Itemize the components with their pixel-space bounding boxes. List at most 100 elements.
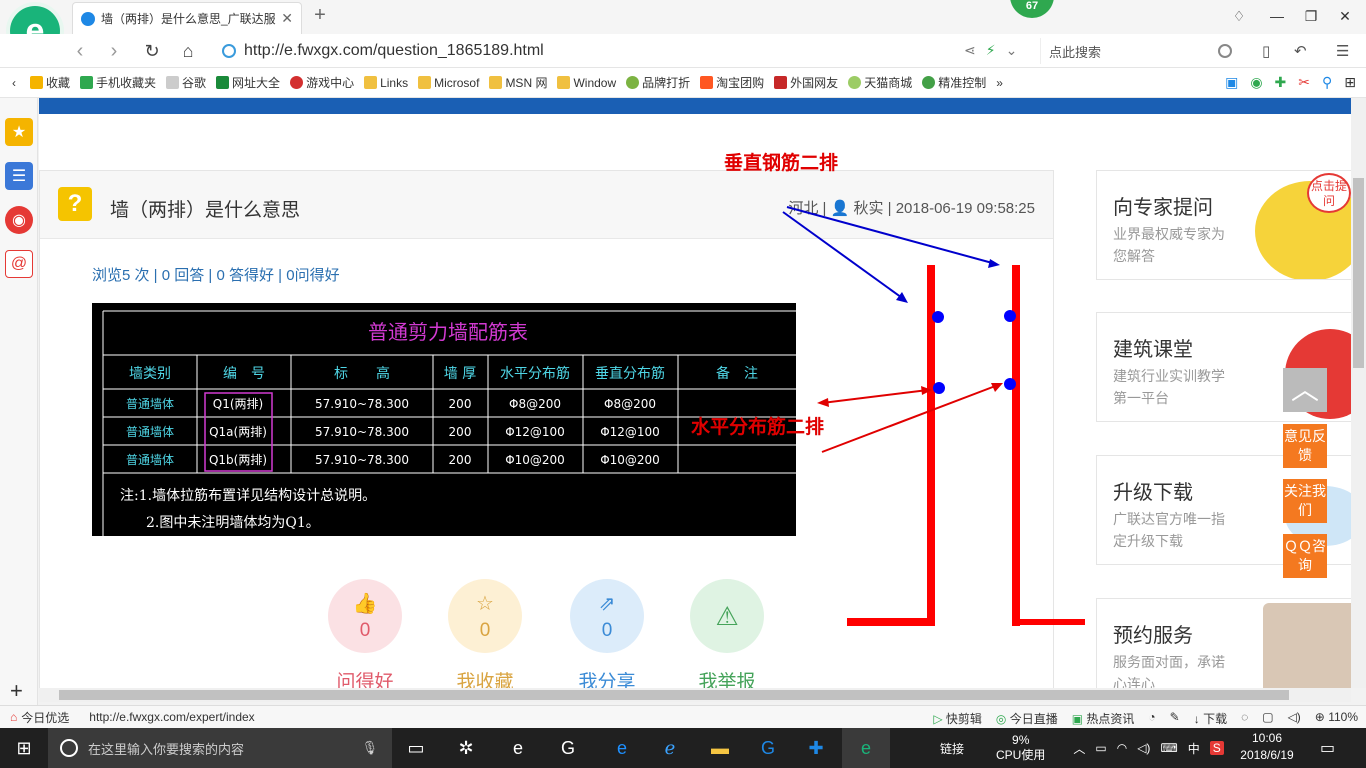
bookmark-item[interactable]: 网址大全 — [216, 74, 280, 91]
qq-consult-button[interactable]: ＱＱ咨询 — [1283, 534, 1327, 578]
forward-icon[interactable]: › — [100, 38, 128, 64]
quick-edit-button[interactable]: ▷ 快剪辑 — [933, 710, 982, 727]
favorite-label[interactable]: 我收藏 — [438, 667, 532, 688]
active-tab[interactable]: 墙（两排）是什么意思_广联达服 ✕ — [72, 2, 302, 34]
bookmark-item[interactable]: 谷歌 — [166, 74, 206, 91]
favorites-icon[interactable]: ★ — [5, 118, 33, 146]
more-bookmarks-icon[interactable]: » — [996, 76, 1003, 90]
location-link[interactable]: 河北 — [788, 200, 818, 217]
home-icon[interactable]: ⌂ — [174, 38, 202, 64]
weibo-icon[interactable]: ◉ — [5, 206, 33, 234]
tools-icon[interactable]: ✎ — [1170, 710, 1180, 727]
vertical-scrollbar[interactable] — [1351, 98, 1366, 688]
like-circle[interactable]: 👍 0 — [328, 579, 402, 653]
glodon-app-icon[interactable]: G — [744, 728, 792, 768]
bookmark-item[interactable]: 品牌打折 — [626, 74, 690, 91]
notification-center-icon[interactable]: ▭ — [1320, 738, 1335, 758]
bookmark-folder[interactable]: Window — [557, 76, 616, 90]
chevron-down-icon[interactable]: ⌄ — [1006, 42, 1018, 59]
chevron-up-icon[interactable]: ︿ — [1073, 740, 1085, 757]
news-button[interactable]: ▣ 热点资讯 — [1072, 710, 1135, 727]
menu-icon[interactable]: ☰ — [1336, 42, 1349, 60]
good-questions-count[interactable]: 0问得好 — [286, 267, 339, 284]
download-button[interactable]: ↓ 下载 — [1194, 710, 1227, 727]
ask-bubble[interactable]: 点击提问 — [1307, 173, 1351, 213]
speed-icon[interactable]: ◔ — [1148, 710, 1155, 727]
answers-count[interactable]: 0 回答 — [162, 267, 205, 284]
ad-ask-expert[interactable]: 向专家提问 业界最权威专家为您解答 点击提问 — [1096, 170, 1351, 280]
volume-icon[interactable]: ◁) — [1137, 741, 1150, 755]
wifi-icon[interactable]: ◠ — [1117, 741, 1127, 755]
sogou-icon[interactable]: S — [1209, 741, 1224, 755]
clear-icon[interactable]: ◌ — [1241, 710, 1248, 727]
search-input[interactable]: 点此搜索 — [1040, 38, 1240, 64]
minimize-button[interactable]: — — [1262, 4, 1292, 28]
keyboard-icon[interactable]: ⌨ — [1160, 741, 1177, 755]
deals-link[interactable]: 今日优选 — [21, 709, 69, 726]
add-sidebar-icon[interactable]: + — [10, 678, 23, 704]
share-button[interactable]: ⇗ 0 我分享 — [570, 579, 644, 688]
live-button[interactable]: ◎ 今日直播 — [996, 710, 1058, 727]
lightning-icon[interactable]: ⚡ — [986, 42, 996, 59]
close-tab-icon[interactable]: ✕ — [281, 10, 293, 27]
bookmark-item[interactable]: 手机收藏夹 — [80, 74, 156, 91]
favorite-button[interactable]: ☆ 0 我收藏 — [448, 579, 522, 688]
active-browser-icon[interactable]: e — [842, 728, 890, 768]
reading-list-icon[interactable]: ☰ — [5, 162, 33, 190]
share-circle[interactable]: ⇗ 0 — [570, 579, 644, 653]
report-button[interactable]: ⚠ 我举报 — [690, 579, 764, 688]
volume-icon[interactable]: ◁) — [1288, 710, 1301, 727]
ime-indicator[interactable]: 中 — [1188, 740, 1200, 757]
sidebar-toggle-icon[interactable]: ‹ — [12, 76, 16, 90]
taskbar-search-input[interactable]: 在这里输入你要搜索的内容 🎙 — [48, 728, 392, 768]
zoom-level[interactable]: ⊕ 110% — [1315, 710, 1358, 727]
internet-explorer-icon[interactable]: ℯ — [646, 728, 694, 768]
bookmark-item[interactable]: 游戏中心 — [290, 74, 354, 91]
notification-badge[interactable]: 67 — [1010, 0, 1054, 18]
share-label[interactable]: 我分享 — [560, 667, 654, 688]
undo-icon[interactable]: ↶ — [1294, 42, 1307, 60]
network-icon[interactable]: ▭ — [1095, 741, 1106, 755]
extension-icon[interactable]: ◉ — [1250, 74, 1262, 91]
good-answers-count[interactable]: 0 答得好 — [217, 267, 275, 284]
skin-icon[interactable]: ♢ — [1224, 4, 1254, 28]
restore-button[interactable]: ❐ — [1296, 4, 1326, 28]
g-app-icon[interactable]: G — [544, 728, 592, 768]
mail-icon[interactable]: @ — [5, 250, 33, 278]
ie-browser-icon[interactable]: e — [494, 728, 542, 768]
grid-icon[interactable]: ⊞ — [1344, 74, 1356, 91]
fan-app-icon[interactable]: ✲ — [442, 728, 490, 768]
vertical-scroll-thumb[interactable] — [1353, 178, 1364, 368]
bookmark-item[interactable]: 天猫商城 — [848, 74, 912, 91]
back-icon[interactable]: ‹ — [66, 38, 94, 64]
extension-icon[interactable]: ▣ — [1225, 74, 1238, 91]
search-icon[interactable] — [1218, 44, 1232, 58]
scissors-icon[interactable]: ✂ — [1298, 74, 1310, 91]
horizontal-scroll-thumb[interactable] — [59, 690, 1289, 700]
bookmark-item[interactable]: 精准控制 — [922, 74, 986, 91]
phone-icon[interactable]: ▯ — [1262, 42, 1270, 60]
cpu-meter[interactable]: 9% CPU使用 — [996, 733, 1045, 763]
window-icon[interactable]: ▢ — [1262, 710, 1273, 727]
link-label[interactable]: 链接 — [940, 740, 964, 757]
favorite-circle[interactable]: ☆ 0 — [448, 579, 522, 653]
extension-icon[interactable]: ✚ — [1275, 74, 1287, 91]
bookmark-folder[interactable]: Microsof — [418, 76, 479, 90]
plus-app-icon[interactable]: ✚ — [792, 728, 840, 768]
microphone-icon[interactable]: 🎙 — [361, 740, 378, 756]
like-question-button[interactable]: 👍 0 问得好 — [328, 579, 402, 688]
search-icon[interactable]: ⚲ — [1322, 74, 1332, 91]
follow-us-button[interactable]: 关注我们 — [1283, 479, 1327, 523]
edge-icon[interactable]: e — [598, 728, 646, 768]
share-icon[interactable]: ⋖ — [964, 42, 976, 59]
bookmark-item[interactable]: 收藏 — [30, 74, 70, 91]
bookmark-folder[interactable]: Links — [364, 76, 408, 90]
task-view-icon[interactable]: ▭ — [392, 728, 440, 768]
refresh-icon[interactable]: ↻ — [138, 38, 166, 64]
bookmark-folder[interactable]: MSN 网 — [489, 74, 547, 91]
file-explorer-icon[interactable]: ▬ — [696, 728, 744, 768]
like-label[interactable]: 问得好 — [318, 667, 412, 688]
new-tab-button[interactable]: + — [308, 4, 332, 27]
scroll-to-top-button[interactable]: ︿ — [1283, 368, 1327, 412]
author-name[interactable]: 秋实 — [853, 200, 883, 217]
